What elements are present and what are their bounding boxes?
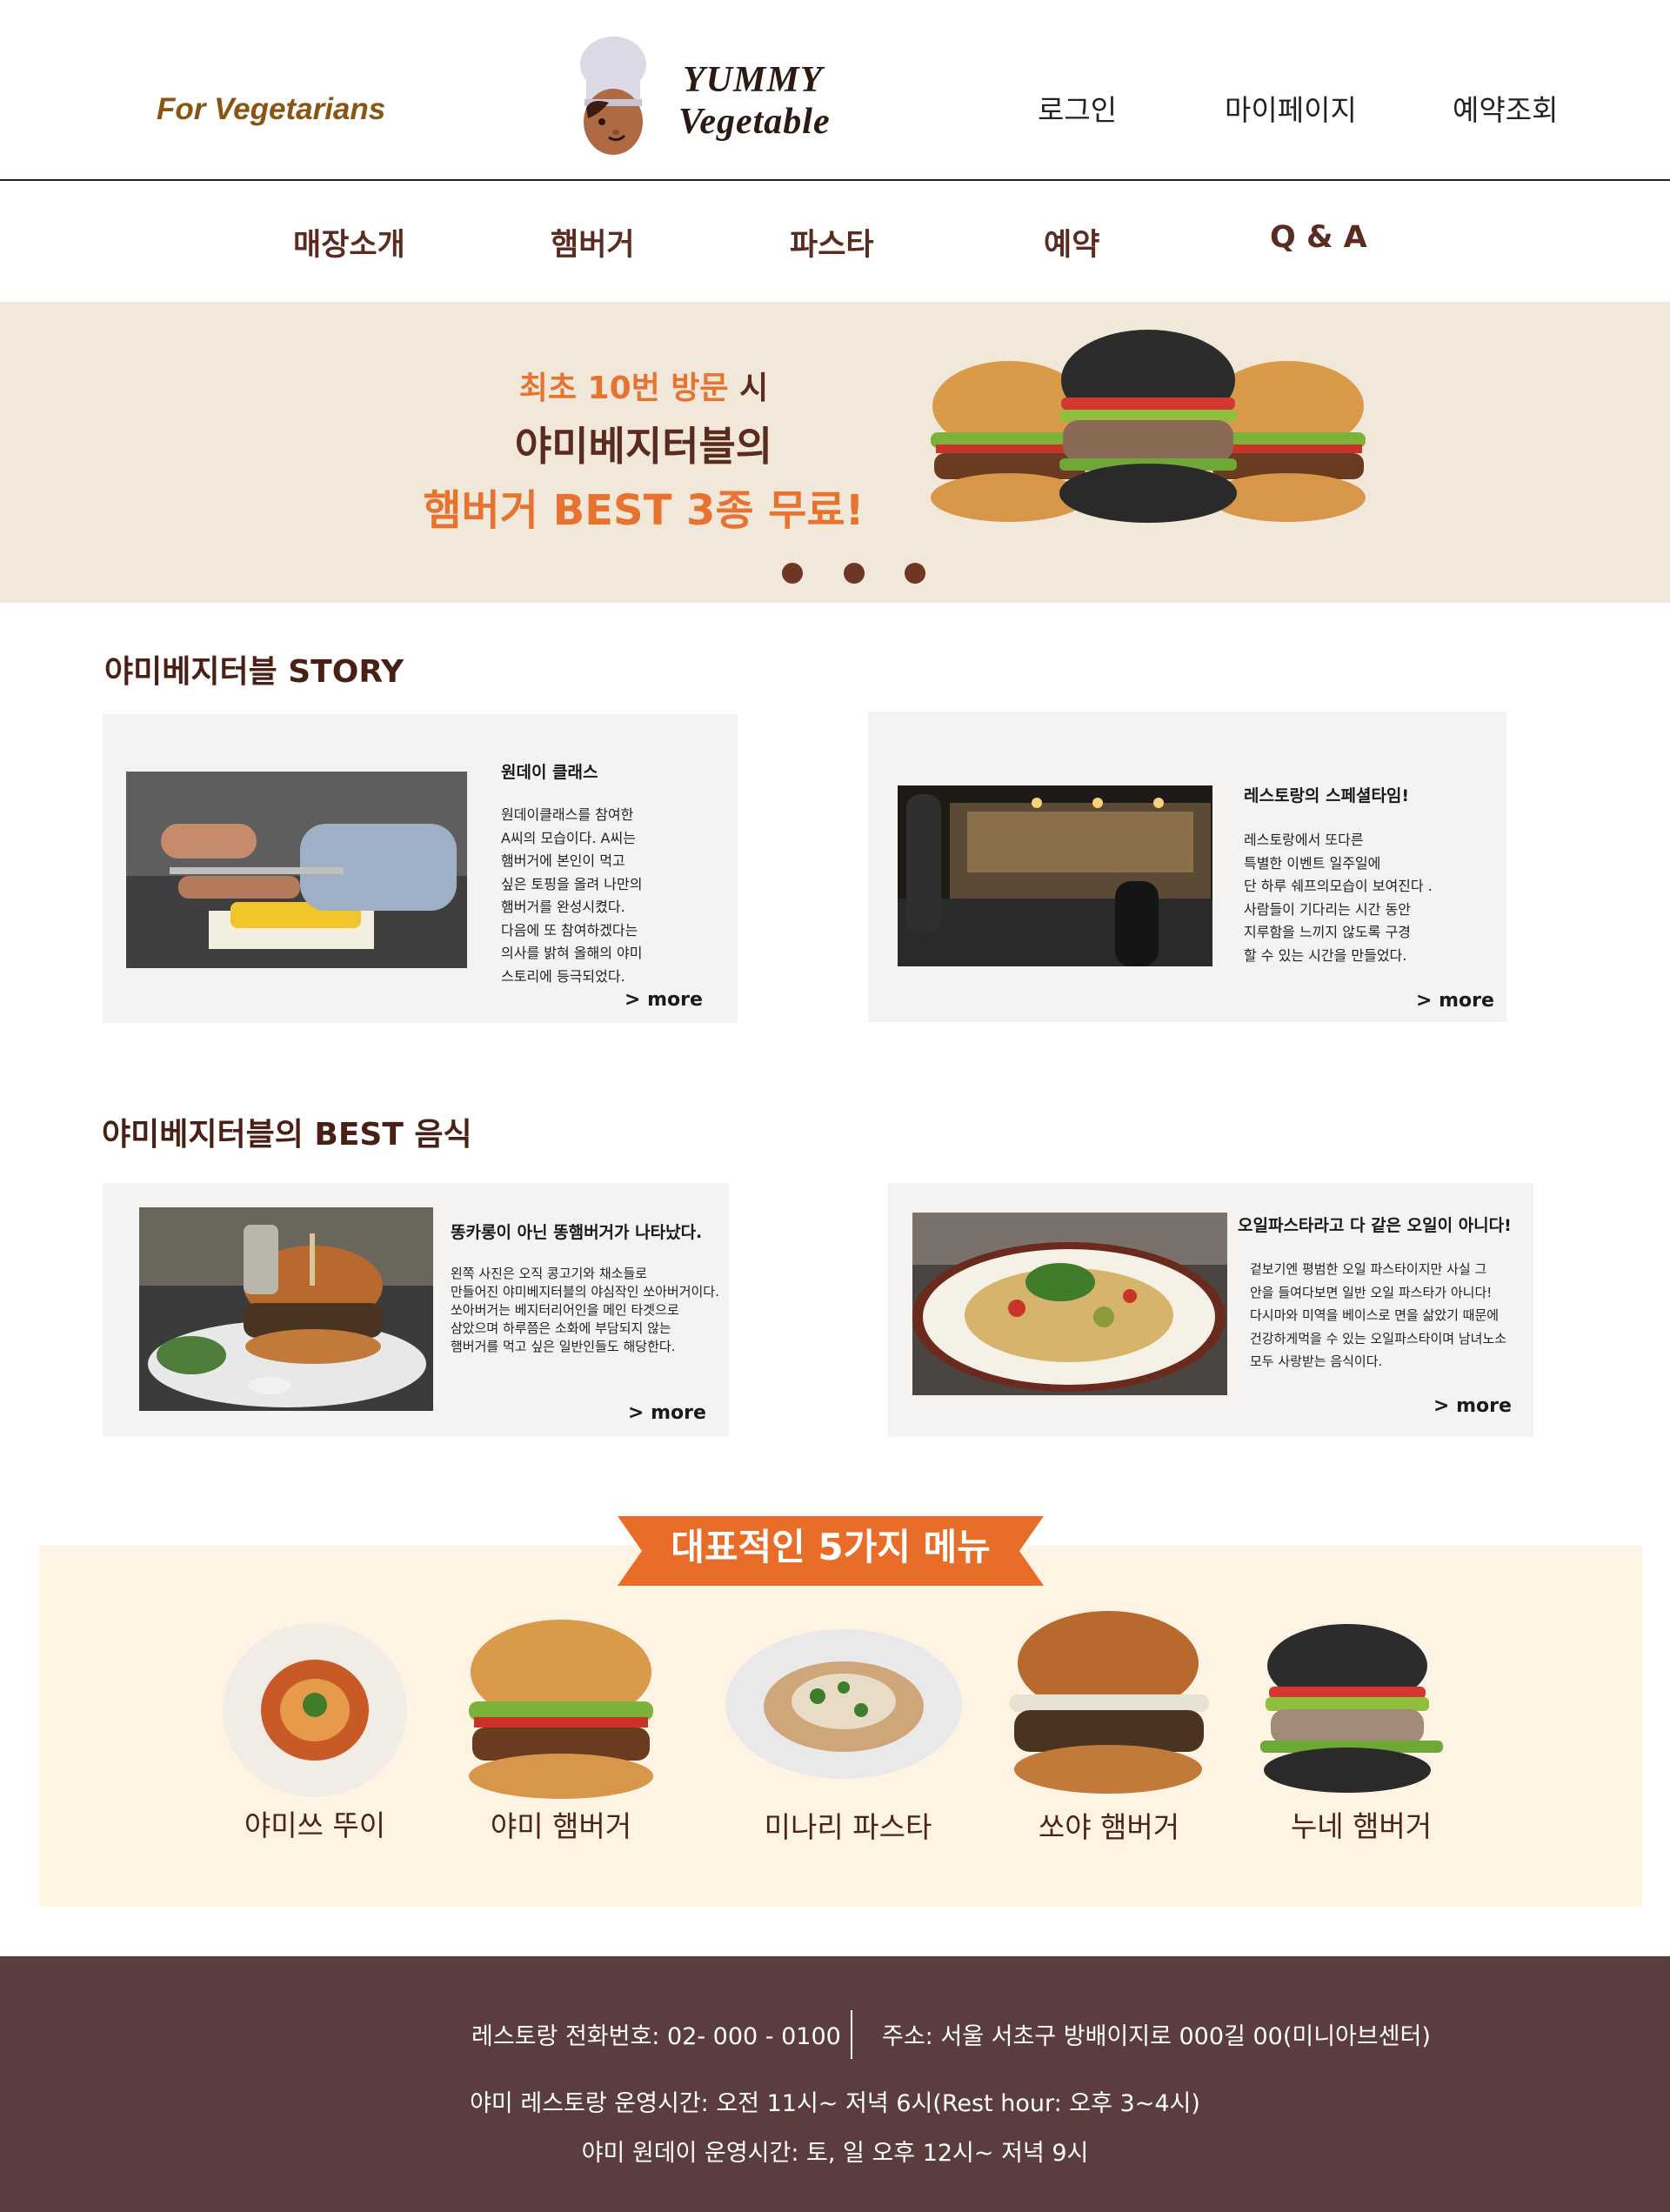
menu-section-title: 대표적인 5가지 메뉴 xyxy=(671,1526,991,1568)
hero-banner: 최초 10번 방문 시 야미베지터블의 햄버거 BEST 3종 무료! xyxy=(0,302,1670,603)
login-link[interactable]: 로그인 xyxy=(1038,87,1117,129)
best-section-title: 야미베지터블의 BEST 음식 xyxy=(102,1117,472,1153)
best-card-oil-pasta: 오일파스타라고 다 같은 오일이 아니다! 겉보기엔 평범한 오일 파스타이지만… xyxy=(888,1183,1533,1437)
nav-item-qna[interactable]: Q & A xyxy=(1270,220,1367,255)
menu-item-yamissu-ttui[interactable]: 야미쓰 뚜이 xyxy=(184,1609,445,1853)
menu-item-label: 야미쓰 뚜이 xyxy=(244,1808,386,1842)
site-tagline: For Vegetarians xyxy=(157,92,386,126)
soya-burger-image xyxy=(1009,1611,1209,1794)
yami-burger-image xyxy=(469,1620,653,1799)
nav-item-reservation[interactable]: 예약 xyxy=(1044,220,1099,264)
restaurant-kitchen-photo xyxy=(898,785,1212,966)
menu-item-label: 야미 햄버거 xyxy=(490,1809,632,1843)
best-card-body: 겉보기엔 평범한 오일 파스타이지만 사실 그 안을 들여다보면 일반 오일 파… xyxy=(1250,1261,1507,1369)
best-card-body: 왼쪽 사진은 오직 콩고기와 채소들로 만들어진 야미베지터블의 야심작인 쏘아… xyxy=(451,1266,719,1354)
slide-dot-1[interactable] xyxy=(782,563,803,584)
hero-line-1-rest: 시 xyxy=(728,371,769,406)
hero-line-1-highlight: 최초 10번 방문 xyxy=(518,371,729,406)
story-more-link[interactable]: > more xyxy=(1416,990,1494,1012)
footer-divider xyxy=(851,2010,852,2059)
story-section-title: 야미베지터블 STORY xyxy=(104,654,404,690)
footer-oneday-hours: 야미 원데이 운영시간: 토, 일 오후 12시~ 저녁 9시 xyxy=(581,2140,1089,2167)
reservation-lookup-link[interactable]: 예약조회 xyxy=(1453,87,1558,129)
nune-burger-image xyxy=(1260,1624,1443,1793)
best-card-soya-burger: 똥카롱이 아닌 똥햄버거가 나타났다. 왼쪽 사진은 오직 콩고기와 채소들로 … xyxy=(103,1183,729,1437)
minari-pasta-image xyxy=(725,1629,962,1779)
hero-burgers-image xyxy=(931,330,1366,523)
nav-item-hamburger[interactable]: 햄버거 xyxy=(551,220,635,264)
story-more-link[interactable]: > more xyxy=(625,989,703,1011)
menu-item-yami-burger[interactable]: 야미 햄버거 xyxy=(431,1609,691,1853)
story-card-special-time: 레스토랑의 스페셜타임! 레스토랑에서 또다른 특별한 이벤트 일주일에 단 하… xyxy=(868,712,1506,1022)
burger-center-image xyxy=(1059,330,1237,523)
story-card-heading: 레스토랑의 스페셜타임! xyxy=(1244,786,1410,805)
oneday-class-photo xyxy=(126,772,467,968)
menu-item-nune-burger[interactable]: 누네 햄버거 xyxy=(1231,1609,1492,1853)
menu-item-label: 누네 햄버거 xyxy=(1290,1809,1433,1843)
best-card-heading: 똥카롱이 아닌 똥햄버거가 나타났다. xyxy=(451,1223,703,1242)
menu-item-label: 미나리 파스타 xyxy=(764,1810,932,1844)
story-card-heading: 원데이 클래스 xyxy=(501,763,598,782)
site-logo[interactable]: YUMMY Vegetable xyxy=(574,35,861,157)
slide-dot-3[interactable] xyxy=(905,563,925,584)
story-card-oneday-class: 원데이 클래스 원데이클래스를 참여한 A씨의 모습이다. A씨는 햄버거에 본… xyxy=(103,714,738,1023)
chef-icon xyxy=(580,37,646,155)
story-card-body: 레스토랑에서 또다른 특별한 이벤트 일주일에 단 하루 쉐프의모습이 보여진다… xyxy=(1244,832,1433,964)
logo-text-vegetable: Vegetable xyxy=(678,102,831,142)
best-more-link[interactable]: > more xyxy=(1433,1395,1512,1417)
footer-phone: 레스토랑 전화번호: 02- 000 - 0100 xyxy=(471,2023,841,2050)
slide-dot-2[interactable] xyxy=(844,563,865,584)
menu-item-label: 쏘야 햄버거 xyxy=(1038,1810,1180,1844)
best-more-link[interactable]: > more xyxy=(628,1402,706,1424)
logo-text-yummy: YUMMY xyxy=(683,60,824,100)
nav-item-store-intro[interactable]: 매장소개 xyxy=(293,220,405,264)
nav-item-pasta[interactable]: 파스타 xyxy=(790,220,874,264)
story-card-body: 원데이클래스를 참여한 A씨의 모습이다. A씨는 햄버거에 본인이 먹고 싶은… xyxy=(501,806,643,985)
site-footer: 레스토랑 전화번호: 02- 000 - 0100 주소: 서울 서초구 방배이… xyxy=(0,1956,1670,2212)
footer-address: 주소: 서울 서초구 방배이지로 000길 00(미니아브센터) xyxy=(882,2023,1431,2050)
menu-item-minari-pasta[interactable]: 미나리 파스타 xyxy=(718,1609,979,1853)
menu-item-soya-burger[interactable]: 쏘야 햄버거 xyxy=(979,1609,1239,1853)
best-card-heading: 오일파스타라고 다 같은 오일이 아니다! xyxy=(1238,1216,1512,1235)
soya-burger-photo xyxy=(139,1207,433,1411)
oil-pasta-photo xyxy=(912,1213,1227,1395)
yamissu-ttui-image xyxy=(223,1623,407,1797)
footer-restaurant-hours: 야미 레스토랑 운영시간: 오전 11시~ 저녁 6시(Rest hour: 오… xyxy=(470,2090,1200,2117)
mypage-link[interactable]: 마이페이지 xyxy=(1225,87,1357,129)
